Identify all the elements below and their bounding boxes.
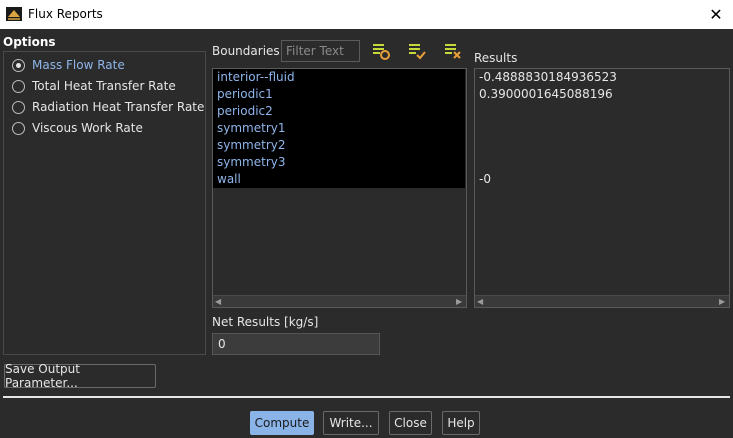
close-icon: ✕ <box>709 5 723 24</box>
option-total-heat-transfer-rate[interactable]: Total Heat Transfer Rate <box>12 77 176 95</box>
write-button[interactable]: Write... <box>323 411 379 435</box>
list-item <box>475 120 729 137</box>
option-label: Total Heat Transfer Rate <box>32 79 176 93</box>
select-all-icon[interactable] <box>371 41 391 61</box>
net-results-value: 0 <box>212 333 380 355</box>
title-bar: Flux Reports ✕ <box>0 0 733 29</box>
list-item[interactable]: symmetry3 <box>213 154 465 171</box>
option-mass-flow-rate[interactable]: Mass Flow Rate <box>12 56 125 74</box>
list-item[interactable]: wall <box>213 171 465 188</box>
list-item <box>475 137 729 154</box>
clear-selection-icon[interactable] <box>443 41 463 61</box>
radio-unchecked-icon[interactable] <box>12 121 25 135</box>
options-group: Mass Flow Rate Total Heat Transfer Rate … <box>3 51 206 355</box>
list-item <box>475 154 729 171</box>
option-viscous-work-rate[interactable]: Viscous Work Rate <box>12 119 143 137</box>
scroll-right-icon[interactable]: ▶ <box>456 298 464 306</box>
results-list[interactable]: -0.4888830184936523 0.3900001645088196 -… <box>474 68 730 308</box>
options-heading: Options <box>3 35 56 49</box>
list-item[interactable]: symmetry1 <box>213 120 465 137</box>
scroll-left-icon[interactable]: ◀ <box>477 298 485 306</box>
list-item[interactable]: periodic1 <box>213 86 465 103</box>
save-output-parameter-button[interactable]: Save Output Parameter... <box>4 362 156 390</box>
flux-reports-app-icon <box>6 7 22 21</box>
option-label: Radiation Heat Transfer Rate <box>32 100 205 114</box>
compute-button[interactable]: Compute <box>250 411 314 435</box>
radio-unchecked-icon[interactable] <box>12 100 25 114</box>
option-label: Mass Flow Rate <box>32 58 125 72</box>
option-radiation-heat-transfer-rate[interactable]: Radiation Heat Transfer Rate <box>12 98 204 116</box>
list-item <box>475 103 729 120</box>
scroll-right-icon[interactable]: ▶ <box>719 298 727 306</box>
boundaries-list[interactable]: interior--fluid periodic1 periodic2 symm… <box>212 68 467 308</box>
option-label: Viscous Work Rate <box>32 121 143 135</box>
scroll-left-icon[interactable]: ◀ <box>215 298 223 306</box>
radio-unchecked-icon[interactable] <box>12 79 25 93</box>
boundaries-heading: Boundaries <box>212 44 280 58</box>
filter-text-input[interactable] <box>281 40 360 62</box>
radio-checked-icon[interactable] <box>12 58 25 72</box>
list-item: 0.3900001645088196 <box>479 87 613 101</box>
help-button[interactable]: Help <box>442 411 480 435</box>
deselect-icon[interactable] <box>407 41 427 61</box>
net-results-label: Net Results [kg/s] <box>212 315 319 329</box>
list-item[interactable]: periodic2 <box>213 103 465 120</box>
list-item[interactable]: symmetry2 <box>213 137 465 154</box>
separator <box>3 396 730 398</box>
list-item: -0 <box>479 172 491 186</box>
horizontal-scrollbar[interactable]: ◀ ▶ <box>475 295 729 307</box>
list-item[interactable]: interior--fluid <box>213 69 465 86</box>
results-heading: Results <box>474 51 518 65</box>
horizontal-scrollbar[interactable]: ◀ ▶ <box>213 295 466 307</box>
close-window-button[interactable]: ✕ <box>699 0 733 29</box>
close-button[interactable]: Close <box>389 411 432 435</box>
window-title: Flux Reports <box>28 7 103 21</box>
list-item: -0.4888830184936523 <box>479 70 617 84</box>
